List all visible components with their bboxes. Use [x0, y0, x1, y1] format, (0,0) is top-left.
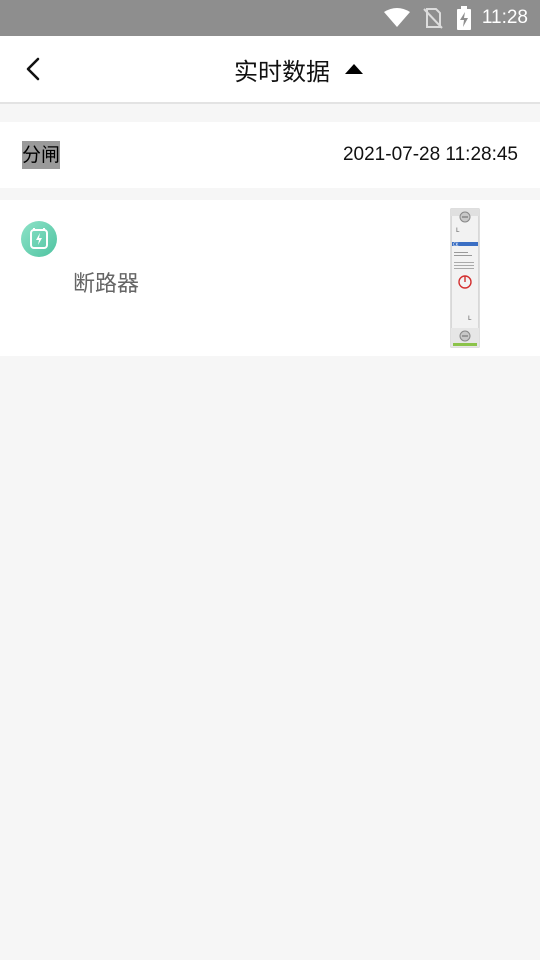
app-bar: 实时数据	[0, 36, 540, 104]
breaker-device-icon	[21, 221, 57, 257]
wifi-icon	[383, 8, 410, 27]
no-sim-icon	[423, 8, 443, 29]
device-card[interactable]: 断路器 L CK L	[0, 200, 540, 356]
status-time: 11:28	[481, 7, 528, 28]
page-title[interactable]: 实时数据	[234, 52, 330, 87]
update-timestamp: 2021-07-28 11:28:45	[342, 144, 518, 165]
battery-charging-icon	[456, 6, 471, 30]
caret-up-icon[interactable]	[344, 62, 364, 76]
status-bar: 11:28	[0, 0, 540, 36]
switch-state-label: 分闸	[22, 141, 61, 169]
switch-status-row: 分闸 2021-07-28 11:28:45	[0, 122, 540, 188]
title-wrap: 实时数据	[0, 36, 540, 102]
device-name: 断路器	[73, 272, 140, 297]
status-icons: 11:28	[383, 0, 528, 36]
circuit-breaker-image: L CK L	[450, 208, 480, 348]
brand-label: CK	[453, 242, 459, 247]
